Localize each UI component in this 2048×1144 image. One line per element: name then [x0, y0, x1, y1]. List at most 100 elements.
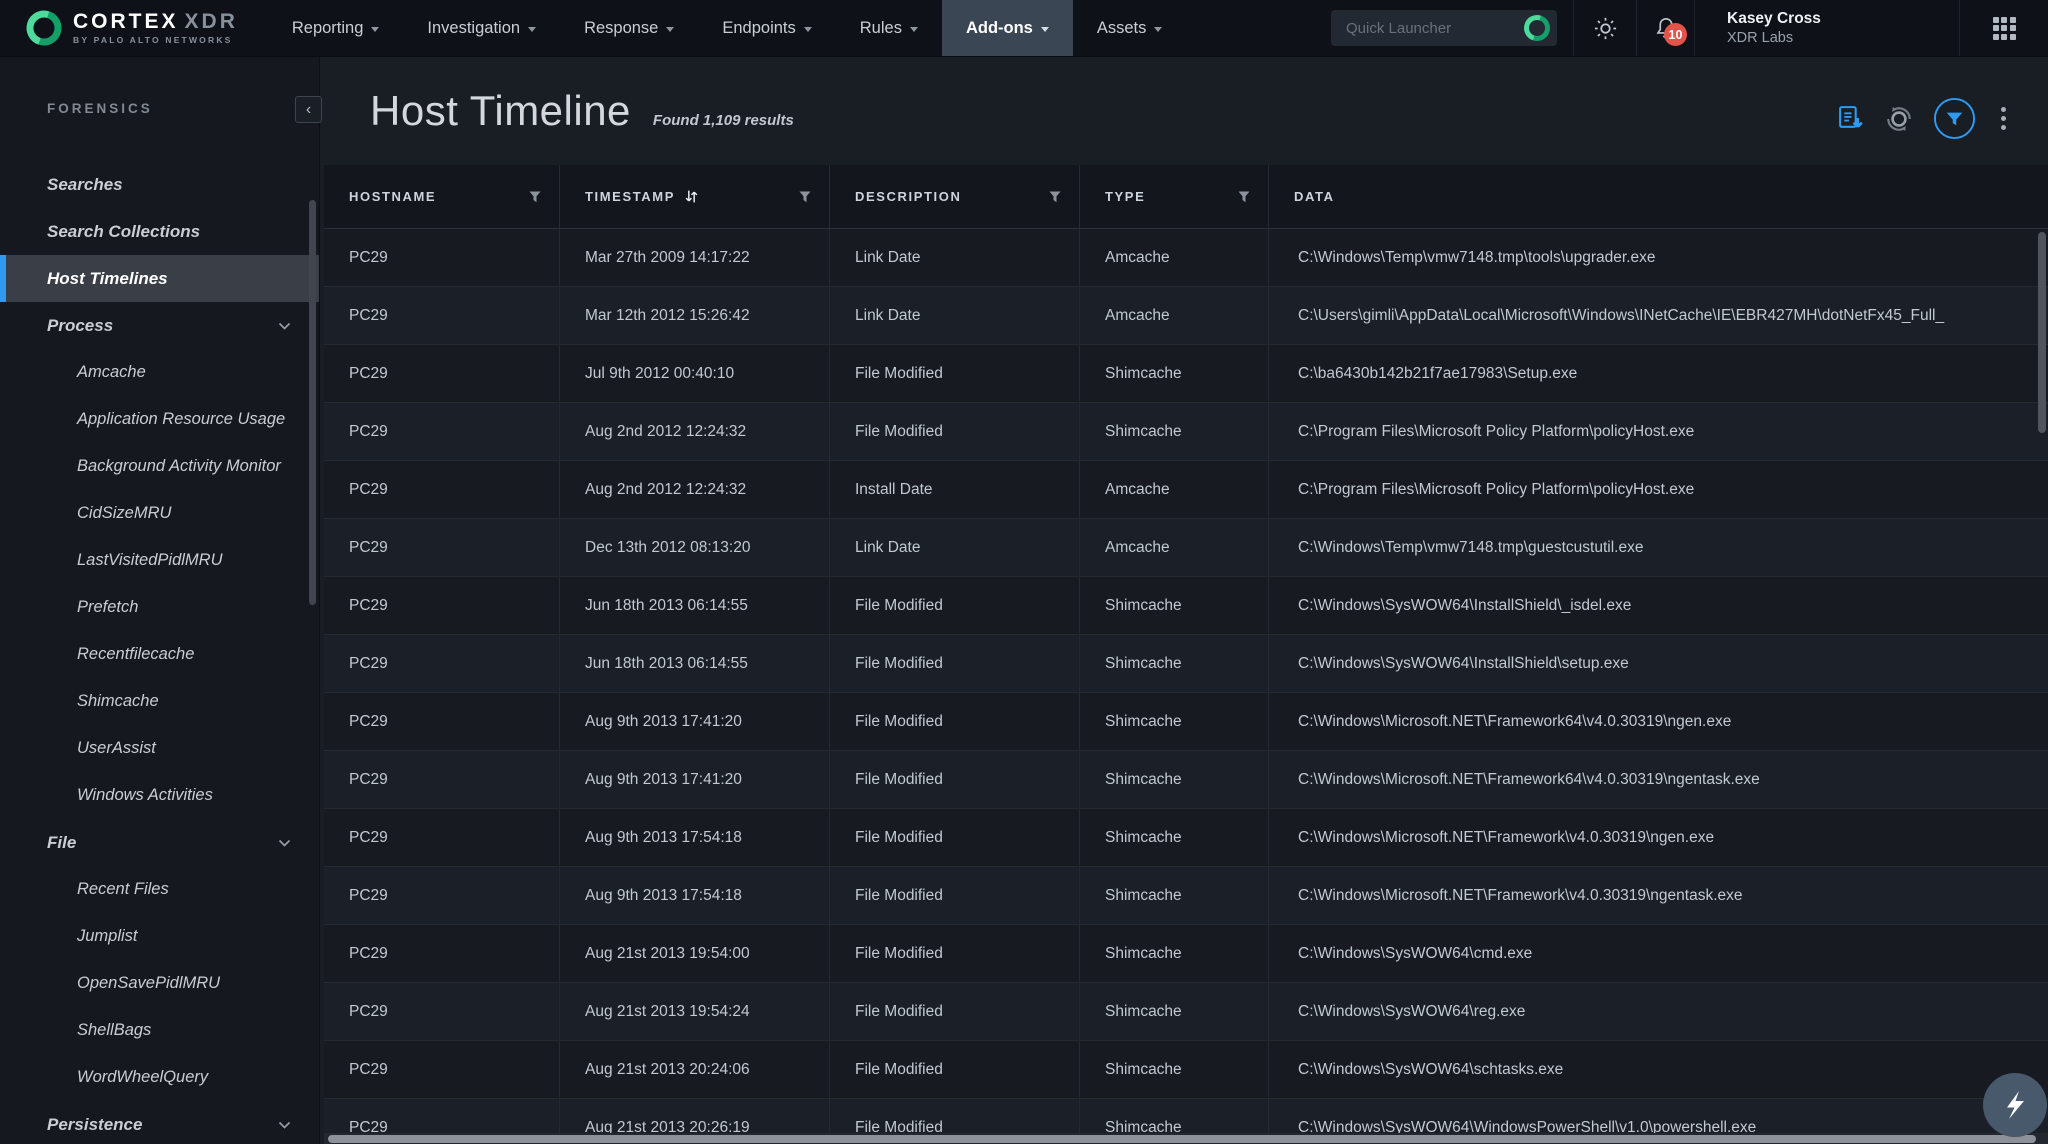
sidebar-item-opensavepidlmru[interactable]: OpenSavePidlMRU — [0, 960, 319, 1007]
funnel-filter-icon[interactable] — [529, 191, 541, 203]
topnav-investigation[interactable]: Investigation — [403, 0, 560, 56]
quick-launcher-input[interactable]: Quick Launcher — [1331, 10, 1557, 46]
column-header-timestamp[interactable]: TIMESTAMP — [560, 165, 830, 228]
main-content: Host Timeline Found 1,109 results — [320, 57, 2048, 1144]
sidebar-item-wordwheelquery[interactable]: WordWheelQuery — [0, 1054, 319, 1101]
cell-data: C:\Windows\SysWOW64\reg.exe — [1269, 983, 2048, 1040]
topnav-rules[interactable]: Rules — [836, 0, 942, 56]
topnav-add-ons[interactable]: Add-ons — [942, 0, 1073, 56]
quick-launcher-logo-icon — [1521, 12, 1554, 45]
chevron-down-icon — [528, 27, 536, 32]
sidebar-item-userassist[interactable]: UserAssist — [0, 725, 319, 772]
topnav-endpoints[interactable]: Endpoints — [698, 0, 835, 56]
sidebar-item-host-timelines[interactable]: Host Timelines — [0, 255, 319, 302]
topnav-assets[interactable]: Assets — [1073, 0, 1187, 56]
table-row[interactable]: PC29 Jun 18th 2013 06:14:55 File Modifie… — [324, 635, 2048, 693]
cortex-xdr-logo[interactable]: CORTEXXDR BY PALO ALTO NETWORKS — [0, 0, 268, 56]
table-row[interactable]: PC29 Aug 21st 2013 19:54:00 File Modifie… — [324, 925, 2048, 983]
user-menu[interactable]: Kasey Cross XDR Labs — [1695, 9, 1959, 47]
sidebar-item-jumplist[interactable]: Jumplist — [0, 913, 319, 960]
cell-description: Install Date — [830, 461, 1080, 518]
cell-data: C:\Windows\Microsoft.NET\Framework64\v4.… — [1269, 751, 2048, 808]
cell-type: Shimcache — [1080, 925, 1269, 982]
settings-button[interactable] — [1574, 15, 1636, 42]
cell-timestamp: Aug 21st 2013 19:54:24 — [560, 983, 830, 1040]
sidebar-item-recentfilecache[interactable]: Recentfilecache — [0, 631, 319, 678]
sidebar-item-amcache[interactable]: Amcache — [0, 349, 319, 396]
topbar: CORTEXXDR BY PALO ALTO NETWORKS Reportin… — [0, 0, 2048, 57]
help-widget-button[interactable] — [1983, 1073, 2047, 1137]
topnav-response[interactable]: Response — [560, 0, 698, 56]
export-table-button[interactable] — [1836, 104, 1865, 133]
table-row[interactable]: PC29 Aug 21st 2013 20:24:06 File Modifie… — [324, 1041, 2048, 1099]
chevron-down-icon[interactable] — [278, 322, 291, 330]
sidebar-item-label: Process — [47, 316, 113, 336]
cell-timestamp: Aug 9th 2013 17:54:18 — [560, 809, 830, 866]
table-row[interactable]: PC29 Aug 9th 2013 17:41:20 File Modified… — [324, 751, 2048, 809]
table-vertical-scrollbar[interactable] — [2038, 232, 2046, 433]
table-row[interactable]: PC29 Mar 27th 2009 14:17:22 Link Date Am… — [324, 229, 2048, 287]
sidebar-item-label: File — [47, 833, 76, 853]
sidebar-item-lastvisitedpidlmru[interactable]: LastVisitedPidlMRU — [0, 537, 319, 584]
notifications-button[interactable]: 10 — [1637, 15, 1694, 41]
cell-timestamp: Mar 27th 2009 14:17:22 — [560, 229, 830, 286]
chevron-down-icon — [666, 27, 674, 32]
host-timeline-table: HOSTNAME TIMESTAMP DESCRIPTION TYPE DATA — [324, 165, 2048, 1144]
table-row[interactable]: PC29 Aug 9th 2013 17:54:18 File Modified… — [324, 867, 2048, 925]
chevron-down-icon[interactable] — [278, 839, 291, 847]
funnel-filter-icon[interactable] — [799, 191, 811, 203]
more-options-button[interactable] — [1995, 105, 2012, 132]
table-row[interactable]: PC29 Aug 9th 2013 17:54:18 File Modified… — [324, 809, 2048, 867]
cell-description: Link Date — [830, 229, 1080, 286]
collapse-sidebar-button[interactable]: ‹ — [295, 96, 322, 123]
table-row[interactable]: PC29 Mar 12th 2012 15:26:42 Link Date Am… — [324, 287, 2048, 345]
table-row[interactable]: PC29 Dec 13th 2012 08:13:20 Link Date Am… — [324, 519, 2048, 577]
table-body: PC29 Mar 27th 2009 14:17:22 Link Date Am… — [324, 229, 2048, 1144]
cell-data: C:\Windows\SysWOW64\InstallShield\setup.… — [1269, 635, 2048, 692]
app-switcher-button[interactable] — [1960, 17, 2048, 40]
column-header-hostname[interactable]: HOSTNAME — [324, 165, 560, 228]
table-row[interactable]: PC29 Jul 9th 2012 00:40:10 File Modified… — [324, 345, 2048, 403]
column-header-data[interactable]: DATA — [1269, 165, 2048, 228]
cell-timestamp: Aug 2nd 2012 12:24:32 — [560, 403, 830, 460]
funnel-filter-icon[interactable] — [1049, 191, 1061, 203]
sidebar-item-prefetch[interactable]: Prefetch — [0, 584, 319, 631]
sidebar-item-windows-activities[interactable]: Windows Activities — [0, 772, 319, 819]
refresh-button[interactable] — [1884, 104, 1914, 134]
cell-timestamp: Jun 18th 2013 06:14:55 — [560, 635, 830, 692]
table-header-row: HOSTNAME TIMESTAMP DESCRIPTION TYPE DATA — [324, 165, 2048, 229]
sidebar-item-label: Background Activity Monitor — [77, 457, 281, 476]
sidebar-item-application-resource-usage[interactable]: Application Resource Usage — [0, 396, 319, 443]
cell-hostname: PC29 — [324, 693, 560, 750]
filter-button[interactable] — [1933, 97, 1976, 140]
topnav-reporting[interactable]: Reporting — [268, 0, 404, 56]
cell-data: C:\Windows\SysWOW64\schtasks.exe — [1269, 1041, 2048, 1098]
table-horizontal-scrollbar[interactable] — [328, 1135, 2036, 1143]
table-row[interactable]: PC29 Jun 18th 2013 06:14:55 File Modifie… — [324, 577, 2048, 635]
sidebar-item-label: Jumplist — [77, 927, 138, 946]
sidebar-item-persistence[interactable]: Persistence — [0, 1101, 319, 1144]
cell-type: Shimcache — [1080, 1041, 1269, 1098]
funnel-filter-icon[interactable] — [1238, 191, 1250, 203]
table-row[interactable]: PC29 Aug 9th 2013 17:41:20 File Modified… — [324, 693, 2048, 751]
cell-hostname: PC29 — [324, 867, 560, 924]
sidebar-item-recent-files[interactable]: Recent Files — [0, 866, 319, 913]
sidebar-item-search-collections[interactable]: Search Collections — [0, 208, 319, 255]
sidebar-item-file[interactable]: File — [0, 819, 319, 866]
sidebar-item-label: Amcache — [77, 363, 146, 382]
sidebar-item-process[interactable]: Process — [0, 302, 319, 349]
column-header-type[interactable]: TYPE — [1080, 165, 1269, 228]
sidebar-item-background-activity-monitor[interactable]: Background Activity Monitor — [0, 443, 319, 490]
cell-description: File Modified — [830, 925, 1080, 982]
column-header-description[interactable]: DESCRIPTION — [830, 165, 1080, 228]
table-row[interactable]: PC29 Aug 2nd 2012 12:24:32 File Modified… — [324, 403, 2048, 461]
sidebar-item-searches[interactable]: Searches — [0, 161, 319, 208]
sidebar-item-shellbags[interactable]: ShellBags — [0, 1007, 319, 1054]
sidebar-item-shimcache[interactable]: Shimcache — [0, 678, 319, 725]
table-row[interactable]: PC29 Aug 21st 2013 19:54:24 File Modifie… — [324, 983, 2048, 1041]
sidebar-item-cidsizemru[interactable]: CidSizeMRU — [0, 490, 319, 537]
cell-hostname: PC29 — [324, 287, 560, 344]
table-row[interactable]: PC29 Aug 2nd 2012 12:24:32 Install Date … — [324, 461, 2048, 519]
chevron-down-icon[interactable] — [278, 1121, 291, 1129]
sidebar-scrollbar[interactable] — [309, 200, 316, 605]
